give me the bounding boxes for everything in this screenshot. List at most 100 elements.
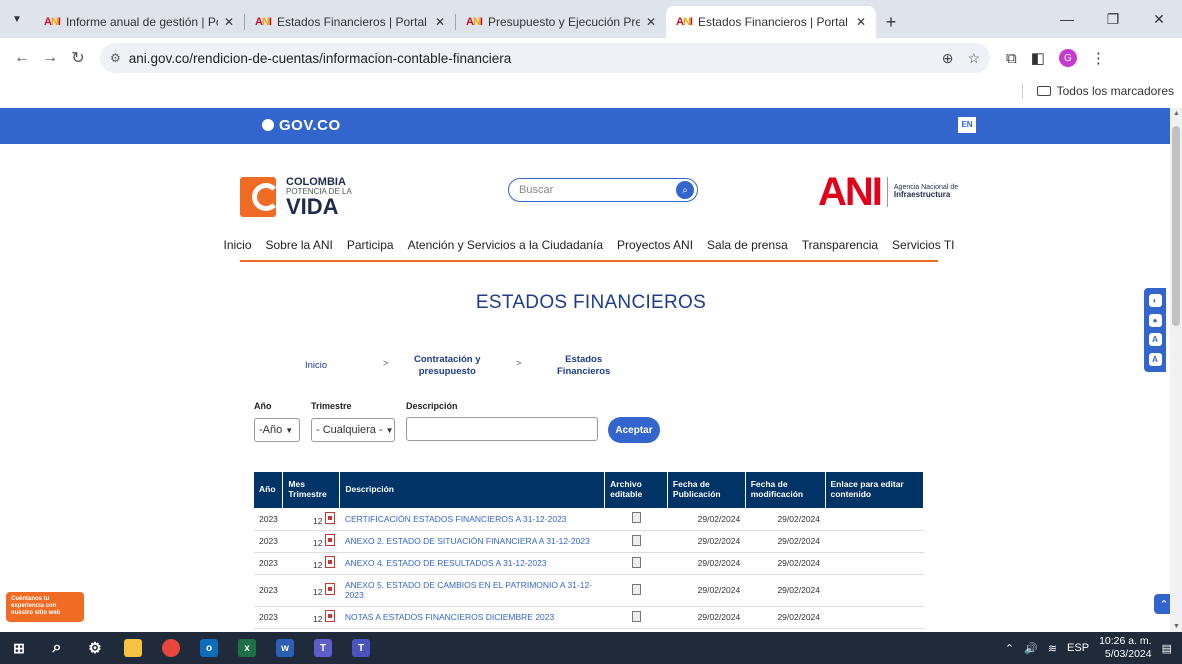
outlook-icon[interactable]: o xyxy=(190,632,228,664)
feedback-button[interactable]: Cuéntanos tu experiencia con nuestro sit… xyxy=(6,592,84,622)
breadcrumb-contratacion[interactable]: Contratación y presupuesto xyxy=(414,354,481,379)
font-increase-icon[interactable]: A xyxy=(1148,352,1162,366)
nav-atencion-servicios[interactable]: Atención y Servicios a la Ciudadanía xyxy=(408,236,603,260)
zoom-icon[interactable]: ⊕ xyxy=(942,50,954,67)
nav-transparencia[interactable]: Transparencia xyxy=(802,236,878,260)
search-input[interactable]: Buscar xyxy=(519,184,676,196)
volume-icon[interactable]: 🔊 xyxy=(1024,642,1038,655)
tab-search-icon[interactable]: ▼ xyxy=(0,0,34,38)
cell-editable-file xyxy=(604,606,668,629)
dark-mode-icon[interactable]: ● xyxy=(1148,313,1162,327)
url-text[interactable]: ani.gov.co/rendicion-de-cuentas/informac… xyxy=(129,51,942,66)
menu-kebab-icon[interactable]: ⋮ xyxy=(1091,49,1106,67)
minimize-icon[interactable]: — xyxy=(1044,11,1090,27)
cell-description-link[interactable]: CERTIFICACIÓN ESTADOS FINANCIEROS A 31-1… xyxy=(339,508,605,531)
colombia-logo[interactable]: COLOMBIA POTENCIA DE LA VIDA xyxy=(240,174,370,220)
search-icon[interactable]: ⌕ xyxy=(38,632,76,664)
close-icon[interactable]: ✕ xyxy=(435,15,445,29)
cell-editable-file xyxy=(604,508,668,531)
language-indicator[interactable]: ESP xyxy=(1067,642,1089,654)
reload-icon[interactable]: ↻ xyxy=(64,48,92,68)
table-row: 2023 12 CERTIFICACIÓN ESTADOS FINANCIERO… xyxy=(254,508,924,531)
back-icon[interactable]: ← xyxy=(8,49,36,67)
pdf-icon[interactable] xyxy=(324,511,335,524)
browser-tab-3[interactable]: ANI Presupuesto y Ejecución Presup ✕ xyxy=(456,6,666,38)
new-tab-button[interactable]: + xyxy=(876,6,906,38)
document-icon[interactable] xyxy=(631,556,641,568)
cell-description-link[interactable]: ANEXO 4. ESTADO DE RESULTADOS A 31-12-20… xyxy=(339,552,605,575)
chrome-icon[interactable] xyxy=(152,632,190,664)
side-panel-icon[interactable]: ◧ xyxy=(1031,49,1045,67)
file-explorer-icon[interactable] xyxy=(114,632,152,664)
nav-proyectos-ani[interactable]: Proyectos ANI xyxy=(617,236,693,260)
nav-sobre-la-ani[interactable]: Sobre la ANI xyxy=(266,236,333,260)
year-label: Año xyxy=(254,401,272,411)
document-icon[interactable] xyxy=(631,583,641,595)
teams-icon[interactable]: T xyxy=(304,632,342,664)
nav-inicio[interactable]: Inicio xyxy=(223,236,251,260)
extensions-icon[interactable]: ⧉ xyxy=(1006,50,1017,67)
nav-servicios-ti[interactable]: Servicios TI xyxy=(892,236,954,260)
pdf-icon[interactable] xyxy=(324,610,335,622)
ani-logo[interactable]: ANI Agencia Nacional de Infraestructura xyxy=(818,172,958,212)
document-icon[interactable] xyxy=(631,512,641,524)
excel-icon[interactable]: x xyxy=(228,632,266,664)
cell-description-link[interactable]: ANEXO 2. ESTADO DE SITUACIÓN FINANCIERA … xyxy=(339,530,605,553)
close-icon[interactable]: ✕ xyxy=(646,15,656,29)
cell-description-link[interactable]: ANEXO 5. ESTADO DE CAMBIOS EN EL PATRIMO… xyxy=(339,574,605,607)
cell-editable-file xyxy=(604,574,668,607)
browser-tab-2[interactable]: ANI Estados Financieros | Portal ANI ✕ xyxy=(245,6,455,38)
govco-logo[interactable]: GOV.CO xyxy=(262,117,341,134)
font-decrease-icon[interactable]: A xyxy=(1148,333,1162,347)
scroll-to-top-icon[interactable]: ⌃ xyxy=(1154,594,1170,614)
site-settings-icon[interactable]: ⚙ xyxy=(110,51,121,65)
nav-participa[interactable]: Participa xyxy=(347,236,394,260)
cell-year: 2023 xyxy=(254,574,283,607)
start-icon[interactable]: ⊞ xyxy=(0,632,38,664)
teams-alt-icon[interactable]: T xyxy=(342,632,380,664)
browser-tab-1[interactable]: ANI Informe anual de gestión | Portal ✕ xyxy=(34,6,244,38)
pdf-icon[interactable] xyxy=(324,583,335,595)
clock[interactable]: 10:26 a. m. 5/03/2024 xyxy=(1099,635,1152,660)
tray-overflow-icon[interactable]: ⌃ xyxy=(1005,642,1014,655)
notifications-icon[interactable]: ▤ xyxy=(1162,642,1172,655)
document-icon[interactable] xyxy=(631,534,641,546)
scroll-down-icon[interactable]: ▼ xyxy=(1173,623,1180,630)
col-description: Descripción xyxy=(339,472,606,508)
bookmark-star-icon[interactable]: ☆ xyxy=(967,50,980,67)
language-toggle[interactable]: EN xyxy=(958,117,976,133)
search-icon[interactable]: ⌕ xyxy=(676,181,694,199)
address-bar[interactable]: ⚙ ani.gov.co/rendicion-de-cuentas/inform… xyxy=(100,43,990,73)
close-icon[interactable]: ✕ xyxy=(224,15,234,29)
pdf-icon[interactable] xyxy=(324,534,335,546)
description-input[interactable] xyxy=(406,417,598,441)
breadcrumb-home[interactable]: Inicio xyxy=(305,360,327,372)
wifi-icon[interactable]: ≋ xyxy=(1048,642,1057,655)
chevron-down-icon: ▼ xyxy=(385,425,394,435)
quarter-select[interactable]: - Cualquiera - ▼ xyxy=(311,418,395,442)
profile-avatar[interactable]: G xyxy=(1058,49,1077,67)
pdf-icon[interactable] xyxy=(324,556,335,568)
word-icon[interactable]: w xyxy=(266,632,304,664)
cell-month: 12 xyxy=(282,574,340,607)
cell-description-link[interactable]: NOTAS A ESTADOS FINANCIEROS DICIEMBRE 20… xyxy=(339,606,605,629)
site-search[interactable]: Buscar ⌕ xyxy=(508,178,698,202)
cell-publication-date: 29/02/2024 xyxy=(667,574,746,607)
browser-tab-4-active[interactable]: ANI Estados Financieros | Portal ANI ✕ xyxy=(666,6,876,38)
page-scrollbar[interactable]: ▲ ▼ xyxy=(1170,108,1182,632)
accept-button[interactable]: Aceptar xyxy=(608,417,660,443)
settings-gear-icon[interactable]: ⚙ xyxy=(76,632,114,664)
restore-icon[interactable]: ❐ xyxy=(1090,11,1136,28)
year-select[interactable]: -Año ▼ xyxy=(254,418,300,442)
document-icon[interactable] xyxy=(631,610,641,622)
scrollbar-thumb[interactable] xyxy=(1172,126,1180,326)
window-close-icon[interactable]: ✕ xyxy=(1136,11,1182,28)
all-bookmarks-link[interactable]: Todos los marcadores xyxy=(1057,84,1174,98)
cell-month-value: 12 xyxy=(312,587,323,597)
forward-icon[interactable]: → xyxy=(36,49,64,67)
scroll-up-icon[interactable]: ▲ xyxy=(1173,110,1180,117)
breadcrumb-last-line-1: Estados xyxy=(565,354,603,365)
close-icon[interactable]: ✕ xyxy=(856,15,866,29)
contrast-icon[interactable]: ◐ xyxy=(1148,294,1162,308)
nav-sala-de-prensa[interactable]: Sala de prensa xyxy=(707,236,788,260)
